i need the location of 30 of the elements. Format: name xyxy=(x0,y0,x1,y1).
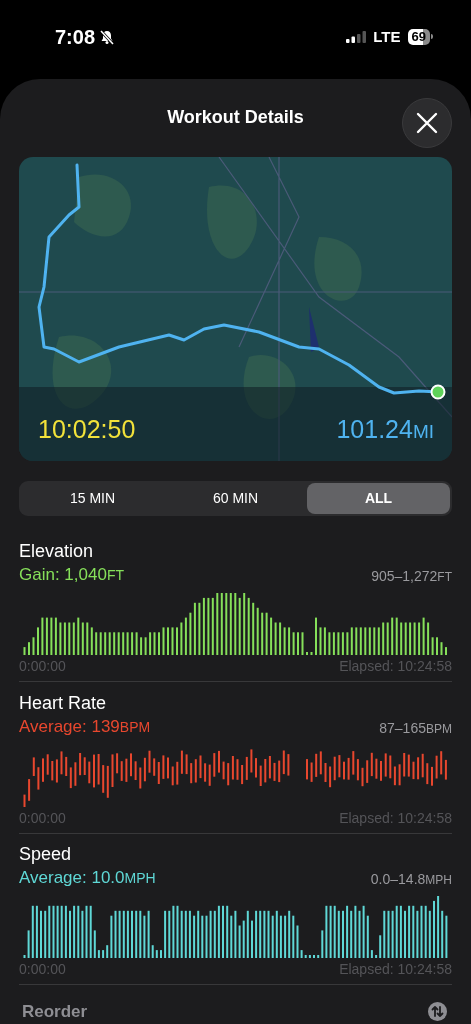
metric-title: Heart Rate xyxy=(19,691,108,715)
metric-range: 0.0–14.8MPH xyxy=(370,869,452,889)
workout-distance: 101.24MI xyxy=(336,414,434,445)
axis-start-label: 0:00:00 xyxy=(19,656,66,676)
close-button[interactable] xyxy=(402,97,452,148)
axis-start-label: 0:00:00 xyxy=(19,808,66,828)
reorder-icon[interactable] xyxy=(428,1001,447,1021)
axis-end-label: Elapsed: 10:24:58 xyxy=(339,656,452,676)
metric-title: Speed xyxy=(19,842,73,866)
metric-title: Elevation xyxy=(19,539,95,563)
range-tab[interactable]: ALL xyxy=(307,482,450,514)
metric-summary: Average: 10.0MPH xyxy=(19,866,156,889)
range-tab[interactable]: 60 MIN xyxy=(164,482,307,514)
workout-duration: 10:02:50 xyxy=(38,414,136,445)
battery-level: 69 xyxy=(407,28,430,45)
metric-range: 87–165BPM xyxy=(379,718,452,738)
status-time: 7:08 xyxy=(55,24,96,50)
metric-range: 905–1,272FT xyxy=(371,566,452,586)
network-label: LTE xyxy=(373,26,401,47)
axis-start-label: 0:00:00 xyxy=(19,959,66,979)
axis-end-label: Elapsed: 10:24:58 xyxy=(339,959,452,979)
reorder-label: Reorder xyxy=(22,1000,88,1023)
close-icon xyxy=(416,111,438,134)
signal-icon xyxy=(346,30,367,43)
metric-summary: Average: 139BPM xyxy=(19,715,151,738)
sheet-title: Workout Details xyxy=(167,106,304,129)
axis-end-label: Elapsed: 10:24:58 xyxy=(339,808,452,828)
muted-bell-icon xyxy=(99,28,116,45)
metric-summary: Gain: 1,040FT xyxy=(19,563,124,586)
range-tab[interactable]: 15 MIN xyxy=(21,482,164,514)
